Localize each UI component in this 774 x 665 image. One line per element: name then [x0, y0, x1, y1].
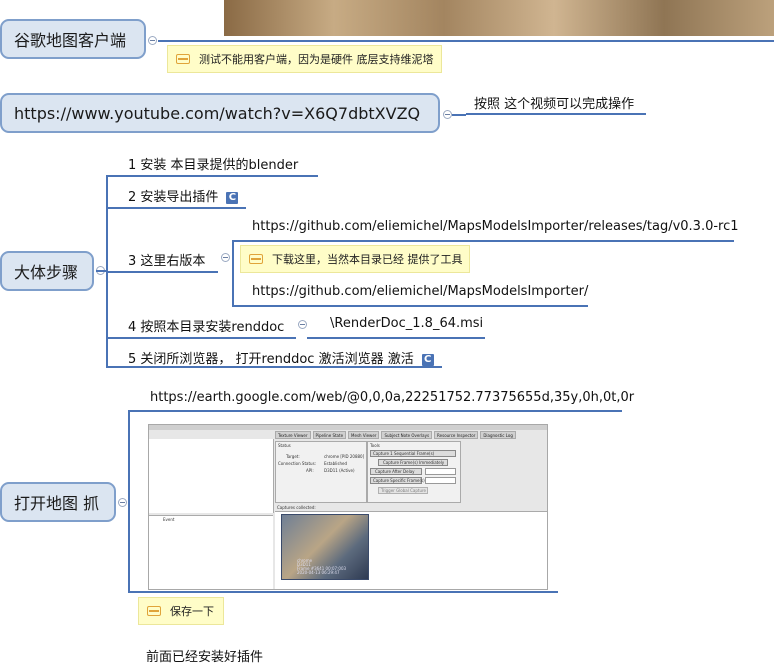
- tab-texture-viewer[interactable]: Texture Viewer: [275, 431, 311, 439]
- note-client: 测试不能用客户端，因为是硬件 底层支持维泥塔: [167, 45, 442, 73]
- conn-value: Established: [324, 461, 348, 466]
- map-photo-strip: [224, 0, 774, 36]
- connector-line: [106, 271, 218, 273]
- status-panel: Status Target: chrome [PID 20880] Connec…: [275, 441, 367, 503]
- step-item[interactable]: 3 这里右版本: [128, 250, 205, 269]
- api-value: D3D11 (Active): [324, 468, 355, 473]
- topic-client-title: 谷歌地图客户端: [14, 31, 127, 50]
- collapse-toggle[interactable]: [221, 253, 230, 262]
- youtube-child[interactable]: 按照 这个视频可以完成操作: [474, 93, 634, 112]
- frame-input[interactable]: [425, 477, 456, 484]
- captures-label: Captures collected:: [277, 505, 316, 510]
- youtube-child-label: 按照 这个视频可以完成操作: [474, 97, 635, 112]
- footer-text: 前面已经安装好插件: [146, 646, 263, 665]
- topic-capture[interactable]: 打开地图 抓: [0, 482, 116, 522]
- capture-sequential-button[interactable]: Capture 1 Sequential Frame(s): [370, 450, 456, 457]
- tab-mesh-viewer[interactable]: Mesh Viewer: [348, 431, 380, 439]
- global-capture-button[interactable]: Trigger Global Capture: [378, 487, 428, 494]
- note-icon: [249, 254, 263, 264]
- github-repo-url: https://github.com/eliemichel/MapsModels…: [252, 284, 589, 299]
- renderdoc-screenshot: Texture Viewer Pipeline State Mesh Viewe…: [148, 424, 548, 590]
- earth-url-link[interactable]: https://earth.google.com/web/@0,0,0a,222…: [150, 390, 634, 405]
- topic-steps[interactable]: 大体步骤: [0, 251, 94, 291]
- connector-line: [106, 207, 246, 209]
- connector-line: [106, 366, 442, 368]
- tab-overlays[interactable]: Subject Note Overlays: [381, 431, 433, 439]
- connector-line: [466, 113, 646, 115]
- step-item[interactable]: 1 安装 本目录提供的blender: [128, 154, 298, 173]
- note-client-text: 测试不能用客户端，因为是硬件 底层支持维泥塔: [199, 53, 434, 66]
- renderdoc-installer-label: \RenderDoc_1.8_64.msi: [330, 316, 484, 331]
- footer-label: 前面已经安装好插件: [146, 650, 264, 665]
- branch-spine: [232, 240, 234, 306]
- note-save: 保存一下: [138, 597, 224, 625]
- note-icon: [176, 54, 190, 64]
- capture-immediately-button[interactable]: Capture Frame(s) Immediately: [378, 459, 448, 466]
- branch-spine: [128, 410, 130, 592]
- note-download-text: 下载这里，当然本目录已经 提供了工具: [272, 253, 463, 266]
- collapse-toggle[interactable]: [443, 110, 452, 119]
- toolbar: [149, 425, 547, 430]
- step-4-label: 4 按照本目录安装renddoc: [128, 320, 285, 335]
- connector-line: [232, 305, 588, 307]
- topic-youtube-title: https://www.youtube.com/watch?v=X6Q7dbtX…: [14, 103, 421, 123]
- github-release-link[interactable]: https://github.com/eliemichel/MapsModels…: [252, 219, 739, 234]
- topic-client[interactable]: 谷歌地图客户端: [0, 19, 146, 59]
- attachment-icon[interactable]: C: [226, 192, 239, 204]
- step-5-label: 5 关闭所浏览器， 打开renddoc 激活浏览器 激活: [128, 352, 414, 367]
- topic-youtube[interactable]: https://www.youtube.com/watch?v=X6Q7dbtX…: [0, 93, 440, 133]
- connector-line: [106, 337, 296, 339]
- api-label: API:: [306, 468, 314, 473]
- tab-strip: Texture Viewer Pipeline State Mesh Viewe…: [275, 431, 547, 439]
- collapse-toggle[interactable]: [298, 320, 307, 329]
- connector-line: [307, 337, 485, 339]
- status-label: Status: [278, 443, 291, 448]
- connector-line: [158, 40, 774, 42]
- topic-capture-title: 打开地图 抓: [14, 494, 100, 513]
- capture-delay-button[interactable]: Capture After Delay: [370, 468, 422, 475]
- left-pane: [149, 439, 274, 513]
- connector-line: [128, 410, 622, 412]
- collapse-toggle[interactable]: [118, 498, 127, 507]
- tools-panel: Tools Capture 1 Sequential Frame(s) Capt…: [367, 441, 461, 503]
- tab-diagnostic-log[interactable]: Diagnostic Log: [480, 431, 516, 439]
- tools-label: Tools: [370, 443, 380, 448]
- github-release-url: https://github.com/eliemichel/MapsModels…: [252, 219, 739, 234]
- step-3-label: 3 这里右版本: [128, 254, 206, 269]
- target-label: Target:: [286, 454, 300, 459]
- topic-steps-title: 大体步骤: [14, 263, 79, 282]
- github-repo-link[interactable]: https://github.com/eliemichel/MapsModels…: [252, 284, 588, 299]
- renderdoc-installer[interactable]: \RenderDoc_1.8_64.msi: [330, 316, 483, 331]
- attachment-icon[interactable]: C: [421, 354, 434, 366]
- target-value: chrome [PID 20880]: [324, 454, 365, 459]
- tab-resource-inspector[interactable]: Resource Inspector: [434, 431, 479, 439]
- note-save-text: 保存一下: [170, 605, 214, 618]
- connector-line: [232, 240, 734, 242]
- note-icon: [147, 606, 161, 616]
- delay-input[interactable]: [425, 468, 456, 475]
- capture-specific-button[interactable]: Capture Specific Frame(s): [370, 477, 425, 484]
- step-1-label: 1 安装 本目录提供的blender: [128, 158, 299, 173]
- step-item[interactable]: 2 安装导出插件 C: [128, 186, 239, 205]
- earth-url: https://earth.google.com/web/@0,0,0a,222…: [150, 390, 635, 405]
- note-download: 下载这里，当然本目录已经 提供了工具: [240, 245, 470, 273]
- connector-line: [128, 591, 558, 593]
- step-item[interactable]: 4 按照本目录安装renddoc: [128, 316, 284, 335]
- conn-label: Connection Status:: [278, 461, 316, 466]
- thumbnail-caption: chrome D3D11 Frame #3641 00:07:003 2020-…: [297, 558, 347, 575]
- tab-pipeline-state[interactable]: Pipeline State: [312, 431, 347, 439]
- collapse-toggle[interactable]: [148, 36, 157, 45]
- step-2-label: 2 安装导出插件: [128, 190, 219, 205]
- connector-line: [452, 114, 466, 116]
- step-item[interactable]: 5 关闭所浏览器， 打开renddoc 激活浏览器 激活 C: [128, 348, 434, 367]
- connector-line: [106, 175, 318, 177]
- event-list: Event: [149, 515, 273, 589]
- event-header: Event: [163, 517, 175, 522]
